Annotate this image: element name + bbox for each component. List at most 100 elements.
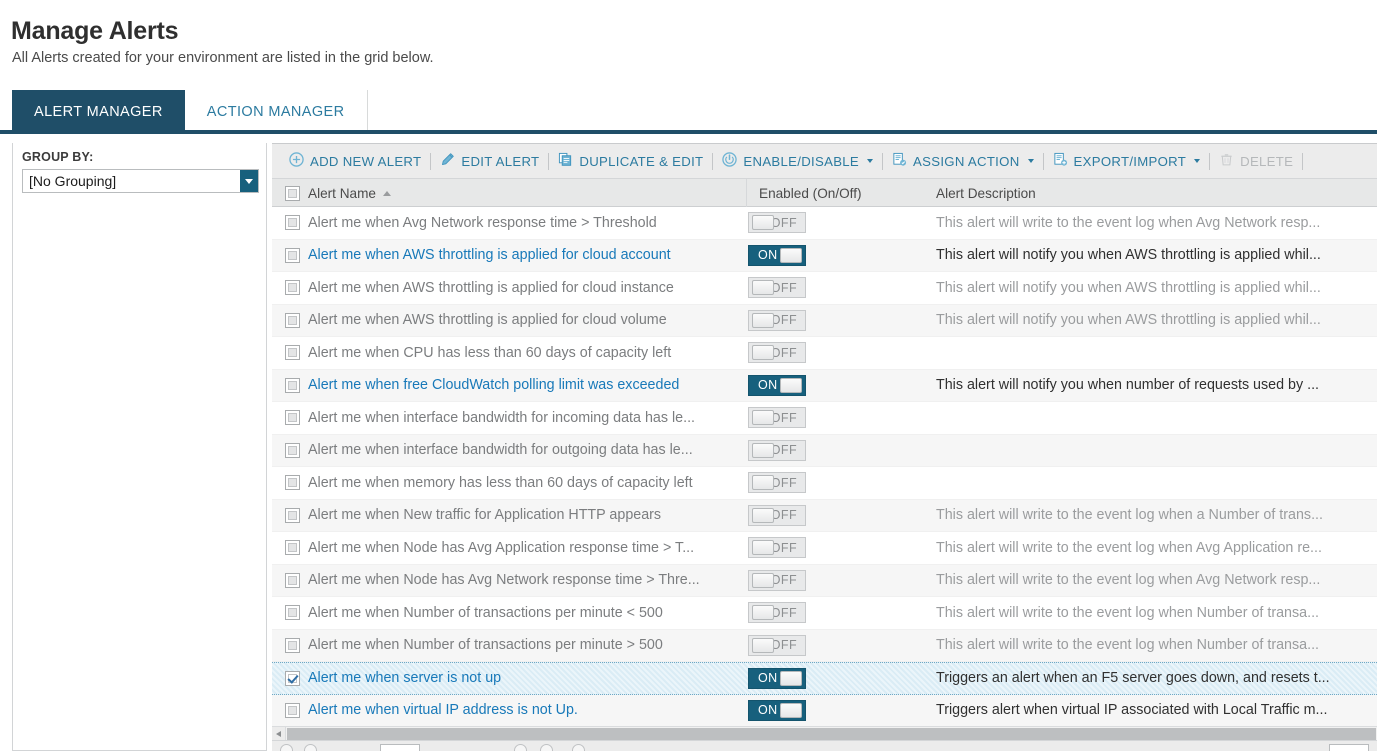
row-select-checkbox[interactable] — [284, 247, 300, 263]
column-header-alert-name[interactable]: Alert Name — [308, 179, 391, 207]
alert-name-cell[interactable]: Alert me when free CloudWatch polling li… — [308, 377, 744, 393]
table-row[interactable]: Alert me when Number of transactions per… — [272, 629, 1377, 662]
row-select-checkbox[interactable] — [284, 637, 300, 653]
table-row[interactable]: Alert me when New traffic for Applicatio… — [272, 499, 1377, 532]
table-row[interactable]: Alert me when virtual IP address is not … — [272, 694, 1377, 727]
enabled-cell: ON — [748, 667, 934, 689]
enabled-toggle-label: OFF — [770, 540, 797, 555]
table-row[interactable]: Alert me when AWS throttling is applied … — [272, 304, 1377, 337]
row-select-checkbox[interactable] — [284, 507, 300, 523]
row-select-checkbox[interactable] — [284, 215, 300, 231]
row-select-checkbox[interactable] — [284, 605, 300, 621]
alert-description-cell: This alert will write to the event log w… — [936, 214, 1321, 231]
row-select-checkbox[interactable] — [284, 572, 300, 588]
enabled-toggle[interactable]: OFF — [748, 602, 806, 624]
trash-icon — [1219, 152, 1234, 170]
enabled-toggle[interactable]: OFF — [748, 569, 806, 591]
alert-name-cell: Alert me when interface bandwidth for ou… — [308, 442, 693, 459]
table-row[interactable]: Alert me when CPU has less than 60 days … — [272, 337, 1377, 370]
column-header-description[interactable]: Alert Description — [936, 179, 1036, 207]
alert-name-cell: Alert me when interface bandwidth for in… — [308, 409, 696, 426]
table-row[interactable]: Alert me when Node has Avg Application r… — [272, 532, 1377, 565]
row-select-checkbox[interactable] — [284, 670, 300, 686]
table-row[interactable]: Alert me when AWS throttling is applied … — [272, 239, 1377, 272]
enabled-toggle[interactable]: ON — [748, 244, 806, 266]
enabled-toggle[interactable]: ON — [748, 374, 806, 396]
row-select-checkbox[interactable] — [284, 377, 300, 393]
table-row[interactable]: Alert me when AWS throttling is applied … — [272, 272, 1377, 305]
previous-page-icon[interactable] — [304, 744, 317, 751]
select-all-checkbox[interactable] — [284, 185, 300, 201]
table-row[interactable]: Alert me when Number of transactions per… — [272, 597, 1377, 630]
enabled-toggle-label: OFF — [770, 345, 797, 360]
table-row[interactable]: Alert me when interface bandwidth for ou… — [272, 434, 1377, 467]
alert-description-cell: This alert will write to the event log w… — [936, 604, 1320, 621]
row-select-checkbox[interactable] — [284, 702, 300, 718]
chevron-down-icon[interactable] — [240, 170, 258, 192]
enabled-toggle[interactable]: ON — [748, 667, 806, 689]
horizontal-scrollbar[interactable] — [272, 726, 1377, 741]
toolbar-edit-alert-button[interactable]: EDIT ALERT — [431, 144, 548, 178]
toolbar-add-new-alert-button[interactable]: ADD NEW ALERT — [280, 144, 430, 178]
enabled-toggle-label: OFF — [770, 638, 797, 653]
tab-alert-manager[interactable]: ALERT MANAGER — [12, 90, 185, 133]
table-row[interactable]: Alert me when free CloudWatch polling li… — [272, 369, 1377, 402]
enabled-toggle[interactable]: OFF — [748, 537, 806, 559]
page-size-select[interactable] — [1329, 744, 1369, 751]
alert-name-cell: Alert me when AWS throttling is applied … — [308, 312, 667, 329]
toolbar-duplicate-edit-button[interactable]: DUPLICATE & EDIT — [549, 144, 712, 178]
enabled-toggle[interactable]: OFF — [748, 504, 806, 526]
enabled-toggle[interactable]: OFF — [748, 212, 806, 234]
enabled-toggle[interactable]: OFF — [748, 309, 806, 331]
enabled-toggle[interactable]: OFF — [748, 439, 806, 461]
toolbar-export-import-button[interactable]: EXPORT/IMPORT — [1044, 144, 1210, 178]
table-row[interactable]: Alert me when memory has less than 60 da… — [272, 467, 1377, 500]
row-select-checkbox[interactable] — [284, 280, 300, 296]
group-by-select[interactable]: [No Grouping] — [22, 169, 259, 193]
first-page-icon[interactable] — [280, 744, 293, 751]
row-select-checkbox[interactable] — [284, 410, 300, 426]
enabled-cell: ON — [748, 699, 934, 721]
enabled-toggle[interactable]: OFF — [748, 342, 806, 364]
enabled-cell: OFF — [748, 439, 934, 461]
enabled-toggle[interactable]: OFF — [748, 407, 806, 429]
enabled-cell: OFF — [748, 634, 934, 656]
column-header-enabled-label: Enabled (On/Off) — [759, 185, 862, 201]
table-row[interactable]: Alert me when Avg Network response time … — [272, 207, 1377, 240]
alert-name-cell[interactable]: Alert me when server is not up — [308, 670, 744, 686]
toggle-knob — [752, 475, 774, 491]
table-row[interactable]: Alert me when server is not up ON Triggers… — [272, 662, 1377, 695]
enabled-cell: OFF — [748, 472, 934, 494]
toolbar-enable-disable-button[interactable]: ENABLE/DISABLE — [713, 144, 882, 178]
pencil-icon — [440, 152, 455, 170]
tab-underline — [0, 130, 1377, 134]
toolbar-assign-action-button[interactable]: ASSIGN ACTION — [883, 144, 1043, 178]
enabled-cell: OFF — [748, 277, 934, 299]
horizontal-scrollbar-thumb[interactable] — [287, 727, 1376, 740]
row-select-cell — [278, 280, 306, 296]
alert-name-cell: Alert me when AWS throttling is applied … — [308, 279, 674, 296]
alert-name-cell[interactable]: Alert me when AWS throttling is applied … — [308, 247, 744, 263]
row-select-checkbox[interactable] — [284, 475, 300, 491]
alert-name-cell[interactable]: Alert me when virtual IP address is not … — [308, 702, 744, 718]
row-select-checkbox[interactable] — [284, 312, 300, 328]
enabled-toggle[interactable]: OFF — [748, 277, 806, 299]
enabled-toggle[interactable]: OFF — [748, 634, 806, 656]
refresh-page-icon[interactable] — [572, 744, 585, 751]
enabled-toggle[interactable]: OFF — [748, 472, 806, 494]
scroll-left-arrow-icon[interactable] — [272, 726, 286, 741]
tab-action-manager[interactable]: ACTION MANAGER — [184, 90, 368, 133]
last-page-icon[interactable] — [540, 744, 553, 751]
column-header-enabled[interactable]: Enabled (On/Off) — [746, 179, 932, 207]
page-number-input[interactable] — [380, 744, 420, 751]
table-row[interactable]: Alert me when interface bandwidth for in… — [272, 402, 1377, 435]
row-select-checkbox[interactable] — [284, 442, 300, 458]
next-page-icon[interactable] — [514, 744, 527, 751]
table-row[interactable]: Alert me when Node has Avg Network respo… — [272, 564, 1377, 597]
row-select-checkbox[interactable] — [284, 540, 300, 556]
row-select-cell — [278, 605, 306, 621]
row-select-checkbox[interactable] — [284, 345, 300, 361]
alert-description-cell: Triggers alert when virtual IP associate… — [936, 702, 1328, 719]
enabled-toggle[interactable]: ON — [748, 699, 806, 721]
sort-ascending-icon — [383, 191, 391, 196]
